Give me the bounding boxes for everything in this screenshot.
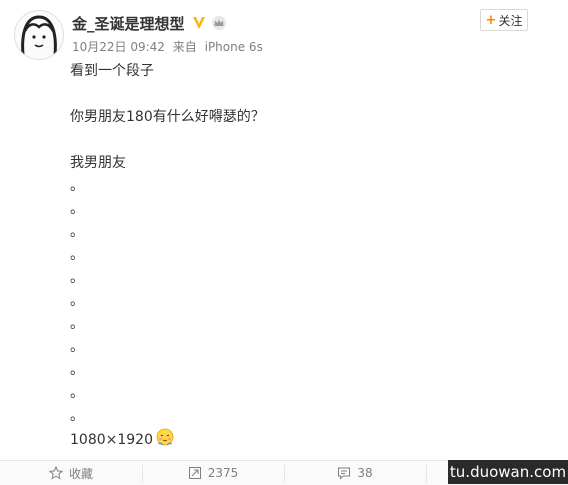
- repost-icon: [188, 467, 201, 479]
- resolution-text: 1080×1920: [70, 432, 153, 448]
- comment-icon: [338, 467, 351, 480]
- content-line: 。: [70, 362, 84, 378]
- content-line: [70, 83, 550, 106]
- verified-v-icon: [192, 17, 205, 29]
- star-icon: [48, 466, 63, 480]
- content-last-line: 1080×1920: [70, 428, 550, 451]
- content-line: 看到一个段子: [70, 63, 154, 79]
- post-timestamp[interactable]: 10月22日 09:42: [72, 40, 165, 54]
- author-name[interactable]: 金_圣诞是理想型: [72, 13, 185, 34]
- content-line: [70, 129, 550, 152]
- content-line: 。: [70, 224, 84, 240]
- avatar-drawing-icon: [15, 11, 63, 59]
- content-line: 。: [70, 270, 84, 286]
- post-content: 看到一个段子 你男朋友180有什么好嘚瑟的？ 我男朋友 。 。 。 。 。 。 …: [70, 60, 550, 451]
- content-line: 。: [70, 178, 84, 194]
- comment-button[interactable]: 38: [284, 461, 426, 485]
- weibo-post-card: 金_圣诞是理想型 10月22日 09:42 来自 iPhone 6s + 关注 …: [0, 0, 568, 485]
- follow-button[interactable]: + 关注: [480, 9, 528, 31]
- content-line: 。: [70, 316, 84, 332]
- content-line: 你男朋友180有什么好嘚瑟的？: [70, 109, 265, 125]
- crown-badge-icon: [211, 16, 226, 30]
- content-line: 。: [70, 247, 84, 263]
- shy-smile-emoji-icon: [156, 428, 174, 446]
- author-row: 金_圣诞是理想型: [72, 12, 227, 34]
- content-line: 。: [70, 201, 84, 217]
- favorite-label: 收藏: [68, 466, 93, 481]
- site-watermark: tu.duowan.com: [448, 460, 568, 484]
- repost-button[interactable]: 2375: [142, 461, 284, 485]
- content-line: 。: [70, 408, 84, 424]
- repost-count: 2375: [207, 466, 239, 480]
- content-line: 。: [70, 339, 84, 355]
- post-source: iPhone 6s: [204, 40, 263, 54]
- plus-icon: +: [485, 12, 497, 28]
- content-line: 我男朋友: [70, 155, 126, 171]
- follow-label: 关注: [498, 13, 523, 28]
- favorite-button[interactable]: 收藏: [0, 461, 142, 485]
- post-meta: 10月22日 09:42 来自 iPhone 6s: [72, 38, 267, 55]
- comment-count: 38: [357, 466, 373, 480]
- content-line: 。: [70, 293, 84, 309]
- content-line: 。: [70, 385, 84, 401]
- source-prefix: 来自: [172, 40, 197, 54]
- avatar[interactable]: [14, 10, 64, 60]
